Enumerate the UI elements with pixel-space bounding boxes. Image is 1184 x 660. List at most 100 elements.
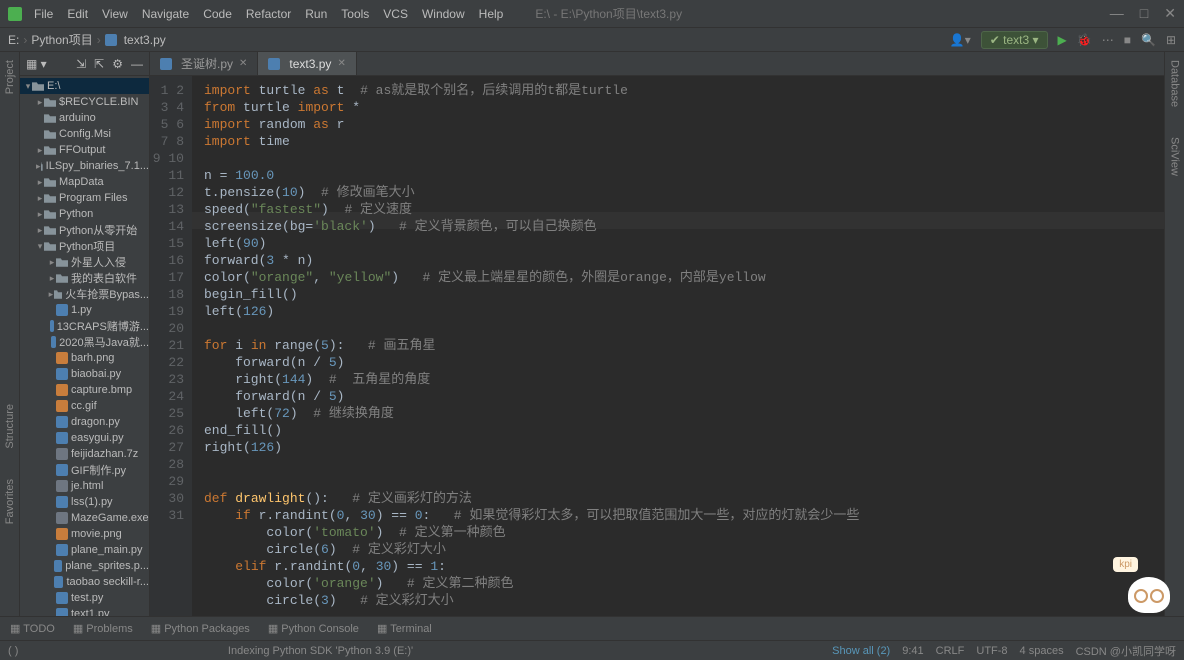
breadcrumb-root[interactable]: E:: [8, 33, 19, 47]
tree-item[interactable]: ▸FFOutput: [20, 142, 149, 158]
tree-item[interactable]: feijidazhan.7z: [20, 446, 149, 462]
collapse-all-icon[interactable]: ⇱: [94, 57, 104, 71]
menu-run[interactable]: Run: [305, 7, 327, 21]
code-editor[interactable]: import turtle as t # as就是取个别名，后续调用的t都是tu…: [192, 76, 1164, 616]
tree-item[interactable]: biaobai.py: [20, 366, 149, 382]
tree-item[interactable]: 13CRAPS赌博游...: [20, 318, 149, 334]
breadcrumb-folder[interactable]: Python项目: [31, 31, 92, 48]
run-button[interactable]: ▶: [1058, 33, 1067, 47]
app-logo-icon: [8, 7, 22, 21]
chevron-right-icon: ›: [97, 33, 101, 47]
search-icon[interactable]: 🔍: [1141, 33, 1156, 47]
bottom-tab-terminal[interactable]: ▦ Terminal: [377, 622, 432, 635]
status-bar: ( ) Indexing Python SDK 'Python 3.9 (E:)…: [0, 640, 1184, 660]
tree-item[interactable]: barh.png: [20, 350, 149, 366]
tree-item[interactable]: arduino: [20, 110, 149, 126]
editor-tab[interactable]: 圣诞树.py✕: [150, 52, 258, 75]
run-more-button[interactable]: ⋯: [1102, 33, 1114, 47]
tree-item[interactable]: ▸Program Files: [20, 190, 149, 206]
structure-tool-tab[interactable]: Structure: [4, 404, 16, 449]
menu-edit[interactable]: Edit: [67, 7, 88, 21]
run-config-selector[interactable]: ✔ text3 ▾: [981, 31, 1048, 49]
tree-item[interactable]: ▾E:\: [20, 78, 149, 94]
tree-item[interactable]: GIF制作.py: [20, 462, 149, 478]
tree-item[interactable]: ▸火车抢票Bypas...: [20, 286, 149, 302]
status-line-sep[interactable]: CRLF: [936, 645, 965, 657]
breadcrumb-file[interactable]: text3.py: [124, 33, 166, 47]
editor-tabs: 圣诞树.py✕text3.py✕: [150, 52, 1164, 76]
settings-icon[interactable]: ⊞: [1166, 33, 1176, 47]
settings-icon[interactable]: ⚙: [112, 57, 123, 71]
tree-item[interactable]: movie.png: [20, 526, 149, 542]
menu-refactor[interactable]: Refactor: [246, 7, 291, 21]
tree-item[interactable]: 2020黑马Java就...: [20, 334, 149, 350]
main-menu: File Edit View Navigate Code Refactor Run Tools…: [34, 7, 503, 21]
bottom-tab-python-packages[interactable]: ▦ Python Packages: [151, 622, 250, 635]
menu-tools[interactable]: Tools: [341, 7, 369, 21]
tree-item[interactable]: je.html: [20, 478, 149, 494]
tree-item[interactable]: ▸外星人入侵: [20, 254, 149, 270]
titlebar: File Edit View Navigate Code Refactor Run Tools…: [0, 0, 1184, 28]
menu-code[interactable]: Code: [203, 7, 232, 21]
sciview-tool-tab[interactable]: SciView: [1169, 137, 1181, 176]
status-left[interactable]: ( ): [8, 645, 18, 657]
status-interpreter[interactable]: CSDN @小凯同学呀: [1076, 643, 1176, 659]
tree-item[interactable]: ▸MapData: [20, 174, 149, 190]
tree-item[interactable]: ▸$RECYCLE.BIN: [20, 94, 149, 110]
project-tree: ▾E:\▸$RECYCLE.BINarduinoConfig.Msi▸FFOut…: [20, 76, 149, 616]
editor-tab[interactable]: text3.py✕: [258, 52, 356, 75]
expand-all-icon[interactable]: ⇲: [76, 57, 86, 71]
menu-help[interactable]: Help: [479, 7, 504, 21]
project-toolbar: ▦ ▾ ⇲ ⇱ ⚙ —: [20, 52, 149, 76]
tree-item[interactable]: capture.bmp: [20, 382, 149, 398]
tree-item[interactable]: dragon.py: [20, 414, 149, 430]
python-file-icon: [268, 58, 280, 70]
menu-navigate[interactable]: Navigate: [142, 7, 189, 21]
python-file-icon: [105, 34, 117, 46]
tree-item[interactable]: 1.py: [20, 302, 149, 318]
tree-item[interactable]: plane_sprites.p...: [20, 558, 149, 574]
menu-file[interactable]: File: [34, 7, 53, 21]
menu-view[interactable]: View: [102, 7, 128, 21]
status-cursor-position[interactable]: 9:41: [902, 645, 923, 657]
tree-item[interactable]: text1.py: [20, 606, 149, 616]
project-tool-tab[interactable]: Project: [4, 60, 16, 94]
tree-item[interactable]: lss(1).py: [20, 494, 149, 510]
hide-icon[interactable]: —: [131, 57, 143, 71]
maximize-button[interactable]: □: [1140, 5, 1148, 22]
menu-window[interactable]: Window: [422, 7, 465, 21]
status-show-all[interactable]: Show all (2): [832, 645, 890, 657]
editor-area: 圣诞树.py✕text3.py✕ 1 2 3 4 5 6 7 8 9 10 11…: [150, 52, 1164, 616]
tree-item[interactable]: ▸Python: [20, 206, 149, 222]
menu-vcs[interactable]: VCS: [383, 7, 408, 21]
stop-button[interactable]: ■: [1124, 33, 1131, 47]
bottom-tool-tabs: ▦ TODO ▦ Problems ▦ Python Packages ▦ Pytho…: [0, 616, 1184, 640]
bottom-tab-python-console[interactable]: ▦ Python Console: [268, 622, 359, 635]
left-tool-stripe: Project Structure Favorites: [0, 52, 20, 616]
tree-item[interactable]: easygui.py: [20, 430, 149, 446]
tree-item[interactable]: plane_main.py: [20, 542, 149, 558]
tree-item[interactable]: MazeGame.exe: [20, 510, 149, 526]
close-icon[interactable]: ✕: [239, 58, 247, 69]
tree-item[interactable]: ▸ILSpy_binaries_7.1...: [20, 158, 149, 174]
project-view-selector[interactable]: ▦ ▾: [26, 57, 47, 71]
tree-item[interactable]: Config.Msi: [20, 126, 149, 142]
bottom-tab-problems[interactable]: ▦ Problems: [73, 622, 133, 635]
debug-button[interactable]: 🐞: [1077, 33, 1092, 47]
navigation-bar: E: › Python项目 › text3.py 👤▾ ✔ text3 ▾ ▶ …: [0, 28, 1184, 52]
close-button[interactable]: ✕: [1164, 5, 1176, 22]
tree-item[interactable]: cc.gif: [20, 398, 149, 414]
tree-item[interactable]: ▸Python从零开始: [20, 222, 149, 238]
favorites-tool-tab[interactable]: Favorites: [4, 479, 16, 524]
tree-item[interactable]: test.py: [20, 590, 149, 606]
tree-item[interactable]: taobao seckill-r...: [20, 574, 149, 590]
tree-item[interactable]: ▸我的表白软件: [20, 270, 149, 286]
bottom-tab-todo[interactable]: ▦ TODO: [10, 622, 55, 635]
close-icon[interactable]: ✕: [337, 58, 345, 69]
minimize-button[interactable]: —: [1110, 5, 1124, 22]
database-tool-tab[interactable]: Database: [1169, 60, 1181, 107]
user-icon[interactable]: 👤▾: [950, 33, 971, 47]
status-encoding[interactable]: UTF-8: [976, 645, 1007, 657]
status-indent[interactable]: 4 spaces: [1020, 645, 1064, 657]
tree-item[interactable]: ▾Python项目: [20, 238, 149, 254]
